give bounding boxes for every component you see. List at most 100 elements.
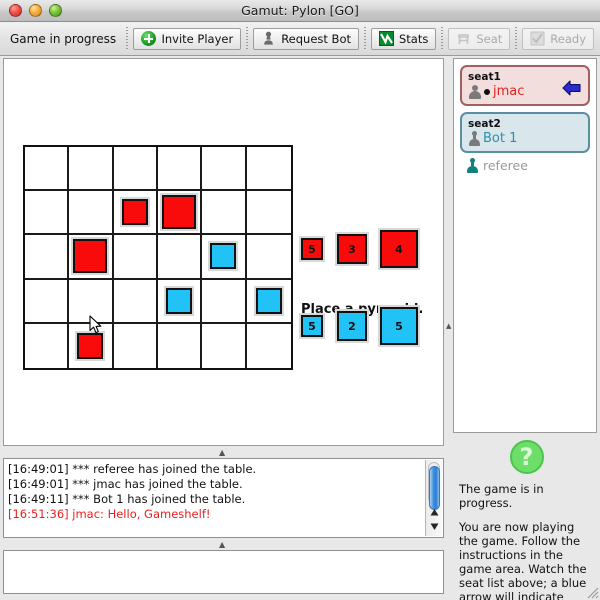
zoom-button[interactable] [49, 4, 62, 17]
board-cell[interactable] [202, 235, 247, 280]
board-cell[interactable] [69, 235, 114, 280]
request-bot-label: Request Bot [281, 31, 351, 46]
seat-list-pane: seat1 jmac seat2 Bot 1 referee [453, 58, 597, 433]
board-cell[interactable] [247, 324, 291, 368]
splitter-grip-icon: ▲ [219, 540, 226, 549]
minimize-button[interactable] [29, 4, 42, 17]
observer-name: referee [483, 158, 528, 173]
seat-player-name: jmac [493, 84, 525, 99]
board-cell[interactable] [69, 191, 114, 236]
board-cell[interactable] [113, 147, 158, 192]
chat-line: [16:49:01] *** jmac has joined the table… [8, 477, 243, 491]
seat-item-seat2[interactable]: seat2 Bot 1 [460, 112, 590, 153]
chat-line: [16:49:01] *** referee has joined the ta… [8, 462, 257, 476]
board-cell[interactable] [202, 279, 247, 324]
stats-label: Stats [399, 31, 429, 46]
chat-line: [16:51:36] jmac: Hello, Gameshelf! [8, 507, 211, 521]
vertical-splitter[interactable]: ▲ [444, 58, 453, 446]
scrollbar-thumb[interactable] [429, 466, 440, 510]
tray-piece-red[interactable]: 3 [337, 234, 367, 264]
board-cell[interactable] [113, 279, 158, 324]
horizontal-splitter[interactable]: ▲ [3, 447, 444, 457]
board-cell[interactable] [157, 279, 203, 324]
board-cell[interactable] [157, 235, 203, 280]
invite-player-label: Invite Player [161, 31, 234, 46]
board-cell[interactable] [246, 147, 291, 192]
board-cell[interactable] [25, 147, 70, 192]
plus-circle-icon [141, 31, 157, 46]
board-piece-red[interactable] [73, 239, 108, 274]
toolbar-separator [441, 26, 444, 51]
board-piece-red[interactable] [121, 199, 148, 226]
game-status-label: Game in progress [10, 31, 117, 46]
board-piece-red[interactable] [162, 195, 197, 230]
ready-button[interactable]: Ready [522, 27, 594, 50]
tray-piece-blue[interactable]: 5 [380, 307, 418, 345]
board-piece-blue[interactable] [166, 287, 193, 314]
person-icon [468, 84, 481, 99]
scroll-up-arrow-icon[interactable] [429, 507, 440, 518]
board-cell[interactable] [25, 279, 70, 324]
board-piece-red[interactable] [77, 332, 104, 359]
board-cell[interactable] [157, 191, 203, 236]
board-cell[interactable] [202, 191, 247, 236]
tray-piece-blue[interactable]: 5 [301, 315, 323, 337]
seat-button[interactable]: Seat [448, 27, 511, 50]
board-cell[interactable] [25, 235, 70, 280]
board-piece-blue[interactable] [210, 243, 237, 270]
game-board-pane: 534 Place a pyramid. 525 [3, 58, 444, 446]
checkmark-icon [530, 31, 545, 46]
stats-icon [379, 31, 394, 46]
red-piece-tray[interactable]: 534 [301, 227, 426, 272]
seat-label: Seat [476, 31, 503, 46]
board-cell[interactable] [202, 147, 247, 192]
chat-log-pane: [16:49:01] *** referee has joined the ta… [3, 458, 444, 538]
invite-player-button[interactable]: Invite Player [133, 27, 242, 50]
close-button[interactable] [9, 4, 22, 17]
question-icon: ? [509, 440, 544, 474]
connection-dot-icon [484, 88, 490, 95]
chat-log: [16:49:01] *** referee has joined the ta… [8, 462, 421, 522]
board-cell[interactable] [158, 323, 203, 368]
chat-scrollbar[interactable] [425, 460, 442, 536]
toolbar-separator [515, 26, 518, 51]
toolbar-separator [246, 26, 249, 51]
scroll-down-arrow-icon[interactable] [429, 521, 440, 532]
tray-piece-red[interactable]: 4 [380, 230, 418, 268]
toolbar-separator [364, 26, 366, 51]
info-body: You are now playing the game. Follow the… [459, 520, 587, 600]
window-resize-grip[interactable] [585, 585, 599, 599]
board-cell[interactable] [69, 147, 114, 192]
board-cell[interactable] [25, 191, 70, 236]
board-cell[interactable] [114, 323, 158, 368]
title-bar: Gamut: Pylon [GO] [0, 0, 600, 22]
board-cell[interactable] [246, 191, 291, 236]
splitter-grip-icon: ▲ [446, 322, 452, 330]
chat-input[interactable] [3, 550, 444, 594]
request-bot-button[interactable]: Request Bot [253, 27, 359, 50]
seat-item-seat1[interactable]: seat1 jmac [460, 65, 590, 106]
blue-piece-tray[interactable]: 525 [301, 304, 426, 349]
toolbar-separator [126, 26, 129, 51]
mouse-cursor [89, 315, 102, 334]
board-cell[interactable] [113, 191, 158, 236]
board-cell[interactable] [202, 323, 247, 368]
board-cell[interactable] [157, 147, 203, 192]
board-cell[interactable] [113, 235, 158, 280]
input-splitter[interactable]: ▲ [3, 539, 444, 549]
pawn-icon [261, 31, 276, 46]
seat-player-name: Bot 1 [483, 131, 518, 146]
board-cell[interactable] [246, 235, 291, 280]
ready-label: Ready [550, 31, 586, 46]
stats-button[interactable]: Stats [371, 27, 437, 50]
seat-slot-label: seat2 [468, 118, 501, 130]
tray-piece-red[interactable]: 5 [301, 238, 323, 260]
pawn-icon [466, 158, 478, 173]
tray-piece-blue[interactable]: 2 [337, 311, 367, 341]
board-cell[interactable] [246, 280, 291, 324]
board-piece-blue[interactable] [255, 287, 282, 314]
game-board[interactable] [23, 145, 293, 370]
chat-line: [16:49:11] *** Bot 1 has joined the tabl… [8, 492, 246, 506]
observer-item-referee[interactable]: referee [454, 153, 596, 173]
board-cell[interactable] [25, 323, 70, 368]
